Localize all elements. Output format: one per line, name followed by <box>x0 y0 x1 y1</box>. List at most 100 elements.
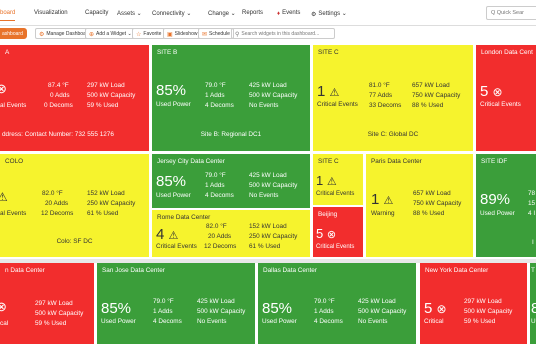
widget-site-b[interactable]: SITE B 85% Used Power 79.0 °F 1 Adds 4 D… <box>152 45 310 151</box>
widget-search-input[interactable]: ⚲ Search widgets in this dashboard... <box>231 28 335 39</box>
widget-title: SITE B <box>157 49 178 56</box>
gear-icon: ⚙ <box>311 12 317 18</box>
widget-site-a[interactable]: A ⊗ 87.4 °F 0 Adds 0 Decoms 297 kW Load … <box>0 45 149 151</box>
nav-events[interactable]: ♦ Events <box>277 10 300 17</box>
adds-count: 1 Adds <box>153 308 173 315</box>
adds-count: 15 <box>528 200 536 207</box>
used-percent: 88 % Used <box>413 210 445 217</box>
favorite-button[interactable]: ☆ Favorite <box>132 28 166 39</box>
kw-capacity: 750 kW Capacity <box>413 200 462 207</box>
widget-site-c-small[interactable]: SITE C 1 ⚠ Critical Events <box>313 154 363 205</box>
temperature: 82.0 °F <box>42 190 63 197</box>
widget-title: Dallas Data Center <box>263 267 317 274</box>
temperature: 87.4 °F <box>48 82 69 89</box>
nav-change[interactable]: Change ⌄ <box>208 10 236 17</box>
widget-colo[interactable]: COLO ⚠ 82.0 °F 20 Adds 12 Decoms 152 kW … <box>0 154 149 257</box>
widget-paris[interactable]: Paris Data Center 1 ⚠ Warning 657 kW Loa… <box>366 154 473 257</box>
critical-count: 5 ⊗ <box>316 227 336 241</box>
used-percent: 59 % Used <box>464 318 496 325</box>
schedule-button[interactable]: ✉ Schedule <box>198 28 234 39</box>
widget-search-placeholder: Search widgets in this dashboard... <box>241 31 320 37</box>
used-power-label: Used Power <box>156 192 191 199</box>
critical-label: Critical Events <box>156 243 197 250</box>
critical-icon: ⊗ <box>492 85 503 99</box>
warning-count: 1 ⚠ <box>371 192 393 207</box>
critical-count: 4 ⚠ <box>156 227 178 242</box>
used-percent: 61 % Used <box>249 243 281 250</box>
widget-title: Jersey City Data Center <box>157 158 225 165</box>
add-widget-label: Add a Widget ⌄ <box>96 31 132 37</box>
used-power-percent: 85% <box>156 82 187 99</box>
nav-connectivity[interactable]: Connectivity ⌄ <box>152 10 191 17</box>
events-status: No Events <box>249 192 279 199</box>
decoms-count: 12 Decoms <box>204 243 237 250</box>
critical-label: Critical Events <box>317 101 358 108</box>
kw-load: 425 kW Load <box>249 172 287 179</box>
slideshow-label: Slideshow <box>174 31 198 37</box>
widget-london[interactable]: London Data Cent 5 ⊗ Critical Events <box>476 45 536 151</box>
decoms-count: 4 Decoms <box>314 318 343 325</box>
critical-icon: ⊗ <box>0 81 7 96</box>
used-percent: 88 % Used <box>412 102 444 109</box>
events-status: No Events <box>197 318 227 325</box>
used-power-label: Used Power <box>156 101 191 108</box>
widget-site-c[interactable]: SITE C 1 ⚠ Critical Events 81.0 °F 77 Ad… <box>313 45 473 151</box>
critical-label: Critical Events <box>316 244 355 250</box>
adds-count: 77 Adds <box>369 92 393 99</box>
search-icon: ⚲ <box>235 32 240 38</box>
widget-data-center-cut[interactable]: n Data Center ⊗ cal 297 kW Load 500 kW C… <box>0 263 94 344</box>
nav-visualization[interactable]: Visualization <box>34 10 68 16</box>
decoms-count: 4 Decoms <box>153 318 182 325</box>
adds-count: 1 Adds <box>205 92 225 99</box>
widget-site-idf[interactable]: SITE IDF 89% Used Power 78 15 4 I I <box>476 154 536 257</box>
critical-count-value: 4 <box>156 226 165 243</box>
decoms-count: 4 I <box>528 210 536 217</box>
nav-settings-label: Settings ⌄ <box>318 11 347 17</box>
bell-icon: ♦ <box>277 11 281 17</box>
used-power-percent: 8 <box>531 300 536 317</box>
widget-beijing[interactable]: Beijing 5 ⊗ Critical Events <box>313 207 363 257</box>
used-power-percent: 85% <box>156 173 187 190</box>
temperature: 79.0 °F <box>205 82 226 89</box>
widget-jersey-city[interactable]: Jersey City Data Center 85% Used Power 7… <box>152 154 310 208</box>
warning-icon: ⚠ <box>383 195 394 207</box>
kw-load: 297 kW Load <box>87 82 125 89</box>
nav-assets[interactable]: Assets ⌄ <box>117 10 142 17</box>
kw-load: 425 kW Load <box>358 298 396 305</box>
slideshow-button[interactable]: ▣ Slideshow <box>163 28 202 39</box>
nav-dashboard[interactable]: board <box>0 10 16 21</box>
dashboard-menu-button[interactable]: ashboard <box>0 28 27 39</box>
widget-rome[interactable]: Rome Data Center 4 ⚠ Critical Events 82.… <box>152 210 310 257</box>
widget-title: SITE C <box>318 49 339 56</box>
kw-capacity: 250 kW Capacity <box>249 233 298 240</box>
critical-icon: ⊗ <box>0 299 7 314</box>
widget-dallas[interactable]: Dallas Data Center 85% Used Power 79.0 °… <box>258 263 416 344</box>
adds-count: 1 Adds <box>205 182 225 189</box>
critical-icon: ⊗ <box>436 302 447 316</box>
kw-capacity: 250 kW Capacity <box>87 200 136 207</box>
quick-search-input[interactable]: Q Quick Sear <box>486 6 536 20</box>
kw-load: 297 kW Load <box>35 300 73 307</box>
used-power-percent: 85% <box>262 300 293 317</box>
widget-title: Rome Data Center <box>157 214 211 221</box>
nav-settings[interactable]: ⚙ Settings ⌄ <box>311 10 347 18</box>
warning-icon: ⚠ <box>326 176 337 188</box>
critical-count: 1 ⚠ <box>316 174 337 188</box>
widget-new-york[interactable]: New York Data Center 5 ⊗ Critical 297 kW… <box>420 263 527 344</box>
critical-count: 1 ⚠ <box>317 84 339 99</box>
kw-load: 425 kW Load <box>197 298 235 305</box>
site-description: Colo: SF DC <box>56 238 93 245</box>
nav-capacity[interactable]: Capacity <box>85 10 108 16</box>
adds-count: 1 Adds <box>314 308 334 315</box>
widget-title: n Data Center <box>5 267 45 274</box>
widget-title: New York Data Center <box>425 267 489 274</box>
widget-san-jose[interactable]: San Jose Data Center 85% Used Power 79.0… <box>97 263 255 344</box>
widget-title: SITE C <box>318 158 339 165</box>
widget-title: A <box>5 49 10 56</box>
add-widget-button[interactable]: ⊕ Add a Widget ⌄ <box>85 28 136 39</box>
widget-edge-cut[interactable]: T 8 U <box>530 263 536 344</box>
add-widget-icon: ⊕ <box>89 32 95 38</box>
nav-reports[interactable]: Reports <box>242 10 263 16</box>
warning-icon: ⚠ <box>0 190 8 204</box>
kw-capacity: 500 kW Capacity <box>464 308 513 315</box>
